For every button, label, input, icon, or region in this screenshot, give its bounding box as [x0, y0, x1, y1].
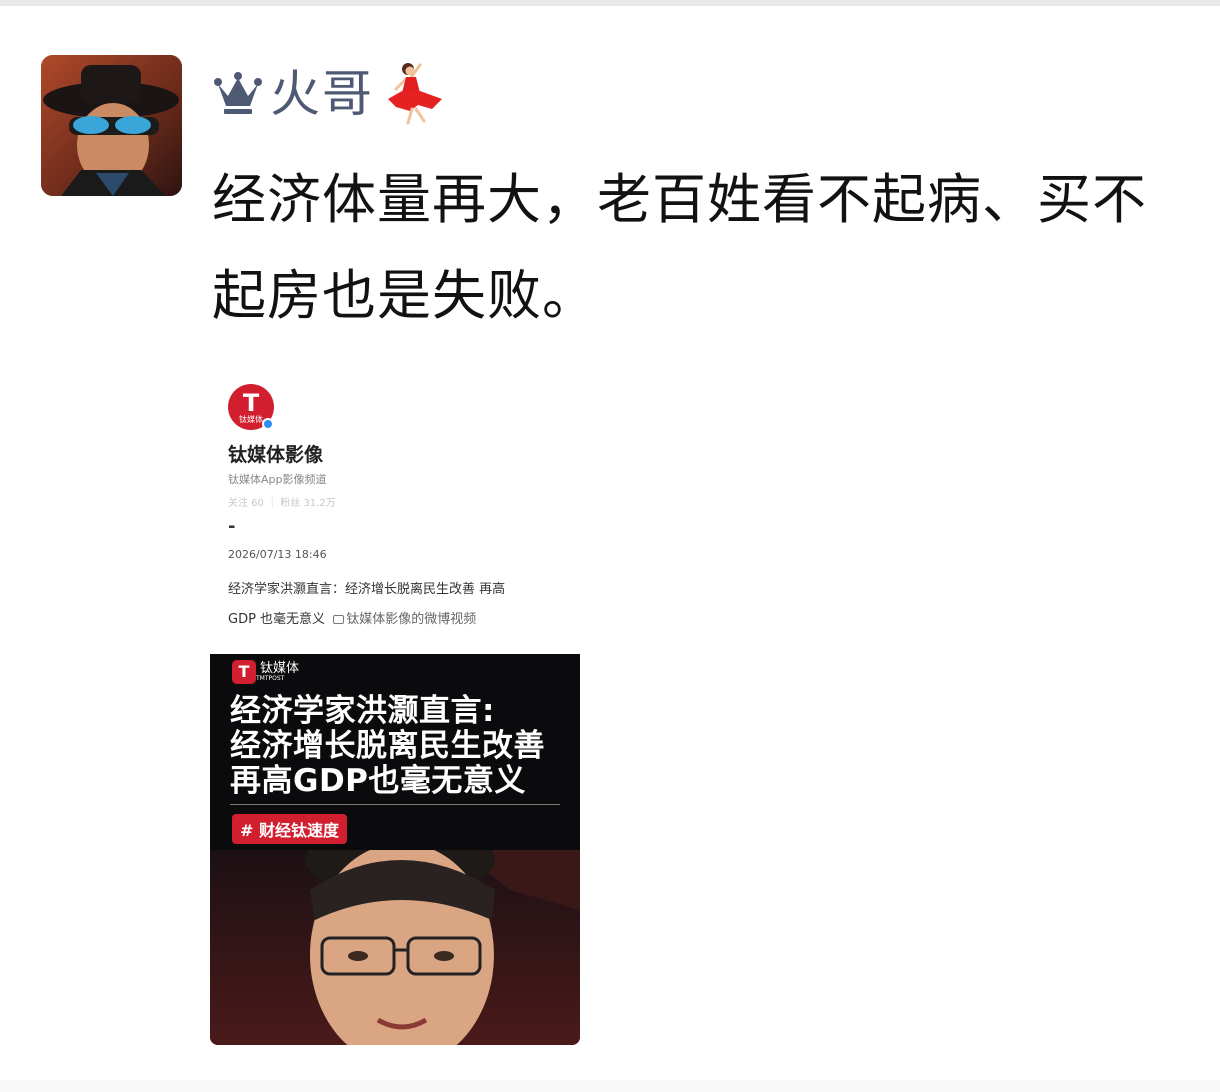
embedded-post-line: GDP 也毫无意义 钛媒体影像的微博视频: [228, 612, 477, 627]
tmtpost-video-logo: T 钛媒体 TMTPOST: [232, 660, 299, 684]
speaker-photo: [210, 850, 580, 1045]
hashtag-badge[interactable]: # 财经钛速度: [232, 814, 347, 844]
top-strip: [0, 0, 1220, 6]
embedded-post-line: 经济学家洪灏直言：经济增长脱离民生改善 再高: [228, 582, 506, 597]
post-date: 2026/07/13 18:46: [228, 548, 327, 561]
video-thumbnail[interactable]: T 钛媒体 TMTPOST 经济学家洪灏直言: 经济增长脱离民生改善 再高GDP…: [210, 654, 580, 1045]
username[interactable]: 火哥: [270, 58, 374, 130]
bottom-edge: [0, 1080, 1220, 1092]
avatar-image: [41, 55, 182, 196]
account-name: 钛媒体影像: [228, 444, 324, 466]
video-link-icon: [333, 615, 345, 624]
separator-dash: -: [228, 516, 236, 537]
account-stats: 关注 60 ｜ 粉丝 31.2万: [228, 498, 336, 509]
divider: [230, 804, 560, 805]
embedded-screenshot[interactable]: T 钛媒体 钛媒体影像 钛媒体App影像频道 关注 60 ｜ 粉丝 31.2万 …: [210, 370, 580, 654]
verified-badge-icon: [262, 418, 274, 430]
account-description: 钛媒体App影像频道: [228, 473, 327, 486]
video-link[interactable]: 钛媒体影像的微博视频: [346, 612, 476, 627]
post-text: 经济体量再大，老百姓看不起病、买不起房也是失败。: [212, 168, 1147, 327]
dancer-emoji-icon: [388, 63, 442, 125]
video-headline: 经济学家洪灏直言: 经济增长脱离民生改善 再高GDP也毫无意义: [230, 693, 545, 799]
user-avatar[interactable]: [41, 55, 182, 196]
crown-icon: [214, 72, 262, 114]
username-row[interactable]: 火哥: [212, 58, 450, 130]
